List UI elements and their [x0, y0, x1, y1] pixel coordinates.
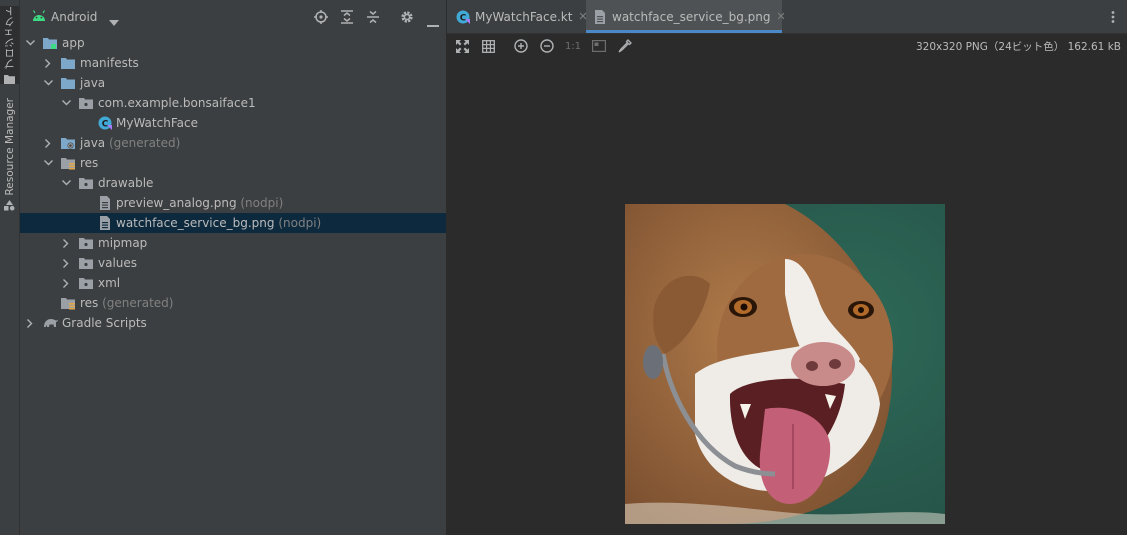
- chevron-down-icon[interactable]: [41, 73, 55, 93]
- more-options-icon[interactable]: [1111, 11, 1115, 26]
- project-tab-label: プロジェクト: [4, 6, 16, 69]
- tree-item-mipmap[interactable]: mipmap: [20, 233, 446, 253]
- svg-text:C: C: [460, 13, 467, 23]
- expand-all-icon[interactable]: [340, 10, 354, 27]
- tree-item-watchface-service-bg[interactable]: watchface_service_bg.png (nodpi): [20, 213, 446, 233]
- gear-icon[interactable]: [400, 10, 414, 27]
- package-icon: [79, 236, 93, 250]
- kotlin-class-icon: C: [456, 10, 470, 24]
- actual-size-button[interactable]: 1:1: [564, 38, 582, 54]
- shapes-icon: [4, 199, 15, 214]
- tree-item-label: Gradle Scripts: [62, 316, 147, 330]
- project-panel: Android app manifests java com.example.b…: [20, 0, 447, 535]
- package-icon: [79, 256, 93, 270]
- editor-tab-bar: C MyWatchFace.kt ✕ watchface_service_bg.…: [447, 0, 1127, 34]
- tree-item-label: com.example.bonsaiface1: [98, 96, 256, 110]
- tree-item-mywatchface[interactable]: C MyWatchFace: [20, 113, 446, 133]
- svg-text:C: C: [102, 120, 109, 130]
- image-file-icon: [98, 196, 112, 210]
- tree-item-res[interactable]: res: [20, 153, 446, 173]
- tree-item-res-generated[interactable]: res (generated): [20, 293, 446, 313]
- tree-item-label: res (generated): [80, 296, 174, 310]
- chevron-right-icon[interactable]: [41, 133, 55, 153]
- chevron-right-icon[interactable]: [23, 313, 37, 333]
- res-folder-icon: [61, 156, 75, 170]
- tree-item-label: drawable: [98, 176, 154, 190]
- tab-watchface-service-bg-png[interactable]: watchface_service_bg.png ✕: [586, 0, 786, 33]
- dog-photo-image: [625, 204, 945, 524]
- tree-item-app[interactable]: app: [20, 33, 446, 53]
- tool-window-stripe: プロジェクト Resource Manager: [0, 0, 20, 535]
- folder-icon: [4, 73, 15, 87]
- chevron-down-icon[interactable]: [41, 153, 55, 173]
- image-info-text: 320x320 PNG（24ビット色） 162.61 kB: [915, 41, 1121, 53]
- tree-item-xml[interactable]: xml: [20, 273, 446, 293]
- tree-item-values[interactable]: values: [20, 253, 446, 273]
- project-tool-tab[interactable]: プロジェクト: [0, 6, 19, 84]
- resource-manager-tab-label: Resource Manager: [3, 98, 16, 196]
- background-toggle-icon[interactable]: [591, 38, 607, 54]
- tree-item-package[interactable]: com.example.bonsaiface1: [20, 93, 446, 113]
- chevron-right-icon[interactable]: [59, 233, 73, 253]
- tree-item-java-generated[interactable]: java (generated): [20, 133, 446, 153]
- tree-item-gradle-scripts[interactable]: Gradle Scripts: [20, 313, 446, 333]
- res-folder-icon: [61, 296, 75, 310]
- tree-item-label: mipmap: [98, 236, 148, 250]
- tree-item-label: app: [62, 36, 85, 50]
- image-file-icon: [98, 216, 112, 230]
- app-module-icon: [43, 36, 57, 50]
- tree-item-label: MyWatchFace: [116, 116, 198, 130]
- tab-mywatchface-kt[interactable]: C MyWatchFace.kt ✕: [447, 0, 594, 33]
- tree-item-preview-analog[interactable]: preview_analog.png (nodpi): [20, 193, 446, 213]
- locate-file-icon[interactable]: [314, 10, 328, 27]
- tree-item-manifests[interactable]: manifests: [20, 53, 446, 73]
- chevron-down-icon[interactable]: [59, 93, 73, 113]
- tree-item-label: java (generated): [80, 136, 181, 150]
- hide-panel-icon[interactable]: [427, 16, 439, 30]
- tree-item-label: java: [80, 76, 106, 90]
- image-toolbar: 1:1 320x320 PNG（24ビット色） 162.61 kB: [447, 34, 1127, 58]
- package-icon: [79, 176, 93, 190]
- kotlin-class-icon: C: [98, 116, 112, 130]
- collapse-all-icon[interactable]: [366, 10, 380, 27]
- package-icon: [79, 96, 93, 110]
- tab-label: MyWatchFace.kt: [475, 9, 573, 24]
- chevron-right-icon[interactable]: [59, 253, 73, 273]
- tree-item-drawable[interactable]: drawable: [20, 173, 446, 193]
- folder-icon: [61, 56, 75, 70]
- chevron-right-icon[interactable]: [59, 273, 73, 293]
- dropdown-arrow-icon[interactable]: [109, 15, 119, 29]
- chevron-right-icon[interactable]: [41, 53, 55, 73]
- project-view-selector[interactable]: Android: [51, 10, 97, 24]
- tree-item-label: xml: [98, 276, 121, 290]
- gradle-icon: [43, 316, 59, 330]
- generated-folder-icon: [61, 136, 75, 150]
- package-icon: [79, 276, 93, 290]
- android-icon: [32, 10, 46, 25]
- chevron-down-icon[interactable]: [59, 173, 73, 193]
- grid-icon[interactable]: [480, 38, 496, 54]
- tab-label: watchface_service_bg.png: [612, 9, 771, 24]
- close-icon[interactable]: ✕: [777, 10, 786, 23]
- color-picker-icon[interactable]: [617, 38, 633, 54]
- tree-item-label: preview_analog.png (nodpi): [116, 196, 284, 210]
- tree-item-label: manifests: [80, 56, 139, 70]
- tree-item-label: watchface_service_bg.png (nodpi): [116, 216, 322, 230]
- zoom-in-icon[interactable]: [513, 38, 529, 54]
- resource-manager-tool-tab[interactable]: Resource Manager: [0, 98, 19, 216]
- project-tree: app manifests java com.example.bonsaifac…: [20, 33, 446, 333]
- folder-icon: [61, 76, 75, 90]
- project-panel-header: Android: [20, 0, 446, 33]
- zoom-out-icon[interactable]: [539, 38, 555, 54]
- tree-item-label: values: [98, 256, 138, 270]
- tree-item-label: res: [80, 156, 99, 170]
- tree-item-java[interactable]: java: [20, 73, 446, 93]
- editor-area: C MyWatchFace.kt ✕ watchface_service_bg.…: [447, 0, 1127, 535]
- image-file-icon: [594, 9, 606, 24]
- zoom-to-fit-icon[interactable]: [454, 38, 470, 54]
- chevron-down-icon[interactable]: [23, 33, 37, 53]
